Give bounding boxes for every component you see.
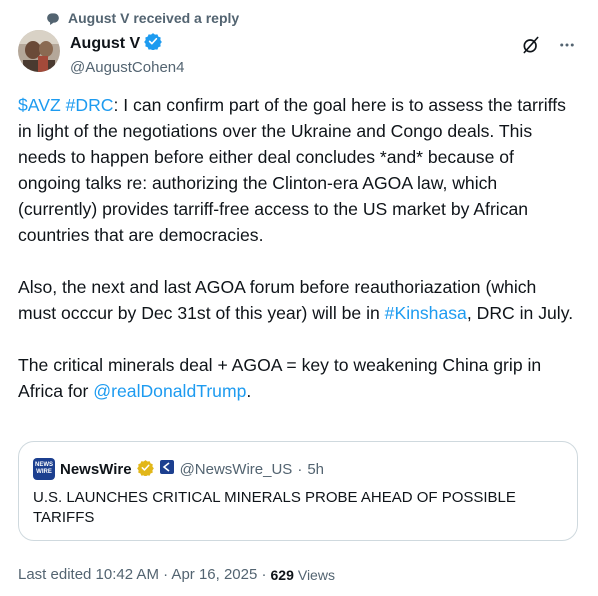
grok-icon[interactable] (520, 34, 542, 56)
quote-time[interactable]: 5h (307, 461, 324, 478)
cashtag-link[interactable]: $AVZ (18, 95, 61, 115)
post-paragraph-3: The critical minerals deal + AGOA = key … (18, 352, 578, 404)
post-paragraph-2-text-end: , DRC in July. (466, 303, 574, 323)
reply-icon (46, 11, 60, 25)
mention-link[interactable]: @realDonaldTrump (93, 381, 246, 401)
verified-gold-badge-icon (136, 459, 154, 480)
more-icon[interactable] (556, 34, 578, 56)
post-paragraph-1-text: : I can confirm part of the goal here is… (18, 95, 566, 245)
post-paragraph-2: Also, the next and last AGOA forum befor… (18, 274, 578, 326)
quoted-post[interactable]: NEWS WIRE NewsWire @NewsWire_US · 5h U.S… (18, 441, 578, 541)
quote-avatar-line2: WIRE (36, 469, 52, 475)
views-label: Views (297, 566, 335, 583)
quote-separator: · (297, 460, 303, 478)
quote-avatar-line1: NEWS (35, 462, 53, 468)
quote-text: U.S. LAUNCHES CRITICAL MINERALS PROBE AH… (33, 489, 516, 526)
author-name[interactable]: August V (70, 35, 140, 53)
author-avatar[interactable] (18, 30, 60, 72)
author-handle[interactable]: @AugustCohen4 (70, 59, 184, 76)
edited-timestamp[interactable]: Last edited 10:42 AM · Apr 16, 2025 · (18, 566, 267, 583)
quote-author-name[interactable]: NewsWire (60, 461, 132, 478)
social-context-text: August V received a reply (68, 10, 240, 26)
post-paragraph-3-text-end: . (246, 381, 252, 401)
verified-badge-icon (144, 32, 163, 55)
post-footer: Last edited 10:42 AM · Apr 16, 2025 · 62… (18, 566, 335, 583)
hashtag-link[interactable]: #DRC (66, 95, 114, 115)
post-text: $AVZ #DRC: I can confirm part of the goa… (18, 92, 578, 430)
hashtag-link[interactable]: #Kinshasa (385, 303, 467, 323)
quote-avatar[interactable]: NEWS WIRE (33, 458, 55, 480)
post-header: August V @AugustCohen4 (18, 30, 580, 78)
post-paragraph-1: $AVZ #DRC: I can confirm part of the goa… (18, 92, 578, 248)
quote-author-handle[interactable]: @NewsWire_US (180, 461, 293, 478)
affiliate-badge-icon (159, 459, 175, 479)
social-context: August V received a reply (46, 8, 239, 28)
views-count: 629 (270, 566, 294, 583)
